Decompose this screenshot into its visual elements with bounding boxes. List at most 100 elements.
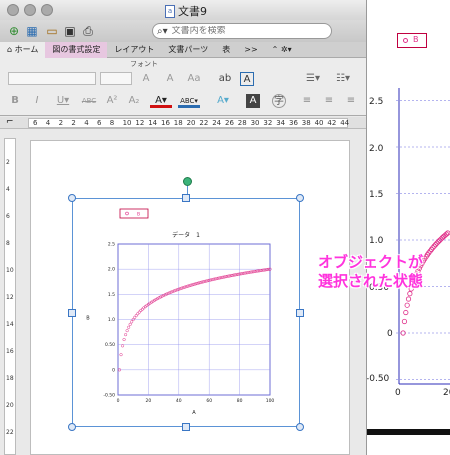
bullets-icon[interactable]: ☰▾ xyxy=(300,72,326,86)
x-axis-label: A xyxy=(192,410,196,416)
ruler-mark: 40 xyxy=(314,119,324,127)
resize-handle-bottom-left[interactable] xyxy=(68,423,76,431)
legend-label: B xyxy=(137,212,140,218)
subscript-icon[interactable]: A₂ xyxy=(126,94,142,108)
highlight-icon[interactable]: ABC▾ xyxy=(178,94,200,108)
ruler-mark: 6 xyxy=(33,119,38,127)
ruler-mark: 2 xyxy=(71,119,76,127)
save-icon[interactable]: ▣ xyxy=(62,23,78,39)
search-input[interactable] xyxy=(171,26,302,36)
text-shading-icon[interactable]: A xyxy=(246,94,260,108)
ruler-mark: 2 xyxy=(58,119,64,127)
chart-plot[interactable]: データ 1B0 20 40 60 80 100-0.5000.501.01.52.02.5… xyxy=(74,200,298,425)
ruler-mark: 2 xyxy=(6,159,10,166)
tab-picture-format[interactable]: 図の書式設定 xyxy=(45,42,108,58)
ruler-mark: 4 xyxy=(45,119,51,127)
ruler-mark: 36 xyxy=(289,119,298,127)
ruler-mark: 10 xyxy=(6,267,14,274)
ruler-scale: 6 4 2 2 4 6 8 10 12 14 16 18 20 22 24 26 28 30 32 34 36 38 40 4… xyxy=(28,118,349,128)
tab-document-elements[interactable]: 文書パーツ xyxy=(161,42,215,58)
bg-tick: -0.50 xyxy=(366,374,390,384)
search-box[interactable]: ⌕▾ xyxy=(152,23,332,39)
minimize-button[interactable] xyxy=(24,4,36,16)
text-effects-icon[interactable]: A▾ xyxy=(212,94,234,108)
y-tick-label: 0 xyxy=(112,367,115,373)
ruler-mark: 34 xyxy=(276,119,286,127)
tab-layout[interactable]: レイアウト xyxy=(107,42,161,58)
tab-stop-icon[interactable]: ⌐ xyxy=(6,117,14,127)
resize-handle-right[interactable] xyxy=(296,309,304,317)
legend-marker xyxy=(125,211,129,216)
standard-toolbar: ⊕ ▦ ▭ ▣ ⎙ ⌕▾ xyxy=(0,20,366,42)
resize-handle-top-right[interactable] xyxy=(296,194,304,202)
ruler-mark: 24 xyxy=(212,119,222,127)
tab-table[interactable]: 表 xyxy=(215,42,237,58)
chart-title: データ 1 xyxy=(172,231,200,239)
bg-tick: 1.0 xyxy=(369,236,384,246)
ruler-mark: 4 xyxy=(84,119,89,127)
text-box-icon[interactable]: A xyxy=(240,72,254,86)
document-icon: a xyxy=(165,4,175,18)
strikethrough-icon[interactable]: ABC xyxy=(80,94,98,108)
gallery-icon[interactable]: ▦ xyxy=(24,23,40,39)
change-case-icon[interactable]: Aa xyxy=(186,72,202,86)
shrink-font-icon[interactable]: A xyxy=(162,72,178,86)
print-icon[interactable]: ⎙ xyxy=(80,23,96,39)
resize-handle-bottom-right[interactable] xyxy=(296,423,304,431)
new-document-icon[interactable]: ⊕ xyxy=(6,23,22,39)
bg-tick: 0 xyxy=(387,329,393,339)
close-button[interactable] xyxy=(7,4,19,16)
zoom-button[interactable] xyxy=(41,4,53,16)
font-color-icon[interactable]: A▾ xyxy=(150,94,172,108)
tab-home[interactable]: ⌂ ホーム xyxy=(0,42,46,58)
font-name-dropdown[interactable] xyxy=(8,72,96,85)
vertical-ruler[interactable]: 2 4 6 8 10 12 14 16 18 20 22 xyxy=(4,138,16,455)
align-center-icon[interactable]: ≡ xyxy=(322,94,336,108)
bg-tick: 2.5 xyxy=(369,97,384,107)
bg-bottom-bar xyxy=(365,429,450,435)
y-axis-label: B xyxy=(86,316,90,322)
y-tick-label: 1.0 xyxy=(108,317,115,323)
clear-format-icon[interactable]: ab xyxy=(216,72,234,86)
ruler-mark: 16 xyxy=(6,348,14,355)
x-tick-label: 60 xyxy=(206,398,212,404)
y-tick-label: -0.50 xyxy=(103,393,115,399)
x-tick-label: 40 xyxy=(176,398,182,404)
annotation-line-1: オブジェクトが xyxy=(318,253,424,271)
align-right-icon[interactable]: ≡ xyxy=(344,94,358,108)
rotate-handle[interactable] xyxy=(183,177,192,186)
ruler-mark: 18 xyxy=(6,375,14,382)
numbering-icon[interactable]: ☷▾ xyxy=(330,72,356,86)
font-size-dropdown[interactable] xyxy=(100,72,132,85)
resize-handle-bottom[interactable] xyxy=(182,423,190,431)
ruler-mark: 28 xyxy=(237,119,247,127)
ruler-mark: 42 xyxy=(327,119,337,127)
ribbon-options-icon[interactable]: ⌃ ✲▾ xyxy=(265,42,299,58)
resize-handle-top-left[interactable] xyxy=(68,194,76,202)
ruler-mark: 8 xyxy=(109,119,115,127)
y-tick-label: 0.50 xyxy=(105,342,115,348)
legend-box xyxy=(119,208,149,219)
underline-icon[interactable]: U▾ xyxy=(52,94,74,108)
align-left-icon[interactable]: ≡ xyxy=(300,94,314,108)
ruler-mark: 10 xyxy=(122,119,132,127)
grow-font-icon[interactable]: A xyxy=(138,72,154,86)
enclosed-char-icon[interactable]: 字 xyxy=(272,94,286,108)
font-group-label: フォント xyxy=(130,60,158,68)
resize-handle-top[interactable] xyxy=(182,194,190,202)
bold-icon[interactable]: B xyxy=(8,94,22,108)
superscript-icon[interactable]: A² xyxy=(104,94,120,108)
ruler-mark: 22 xyxy=(6,429,14,436)
ruler-mark: 20 xyxy=(186,119,196,127)
ruler-mark: 26 xyxy=(225,119,234,127)
bg-data-point xyxy=(405,296,412,302)
resize-handle-left[interactable] xyxy=(68,309,76,317)
ruler-mark: 6 xyxy=(97,119,102,127)
annotation-text: オブジェクトが 選択された状態 xyxy=(318,253,450,291)
ruler-mark: 32 xyxy=(263,119,273,127)
title-bar[interactable]: a 文書9 xyxy=(0,0,366,20)
horizontal-ruler[interactable]: ⌐ 6 4 2 2 4 6 8 10 12 14 16 18 20 22 24 26 28 30 32 34 36 38 4… xyxy=(0,117,366,129)
open-folder-icon[interactable]: ▭ xyxy=(44,23,60,39)
italic-icon[interactable]: I xyxy=(30,94,44,108)
tab-more[interactable]: >> xyxy=(237,42,264,58)
